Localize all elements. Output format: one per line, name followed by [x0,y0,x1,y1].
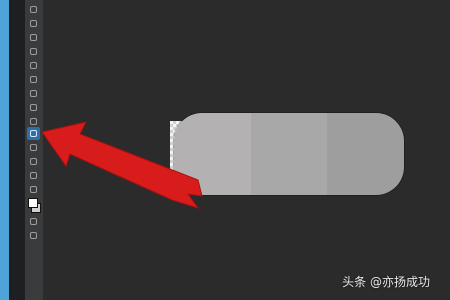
eyedropper-tool-icon[interactable] [27,73,40,86]
healing-brush-tool-icon[interactable] [27,87,40,100]
crop-tool-icon[interactable] [27,59,40,72]
pen-tool-icon[interactable] [27,169,40,182]
type-tool-icon[interactable] [27,183,40,196]
window-edge-dark [9,0,25,300]
rounded-rectangle-shape[interactable] [174,113,404,195]
quick-select-tool-icon[interactable] [27,45,40,58]
brush-tool-icon[interactable] [27,101,40,114]
watermark-text: 头条 @亦扬成功 [342,275,430,289]
dodge-tool-icon[interactable] [27,155,40,168]
foreground-color-swatch[interactable] [28,198,38,208]
arrow-shape [41,121,203,209]
lasso-tool-icon[interactable] [27,31,40,44]
window-edge [0,0,9,300]
marquee-tool-icon[interactable] [27,17,40,30]
pill-segment-right [327,113,404,195]
blur-tool-icon[interactable] [27,141,40,154]
move-tool-icon[interactable] [27,3,40,16]
paint-bucket-tool-icon[interactable] [27,127,40,140]
screen-mode-icon[interactable] [27,229,40,242]
quick-mask-icon[interactable] [27,215,40,228]
red-arrow-annotation [41,121,203,209]
pill-segment-middle [250,113,328,195]
